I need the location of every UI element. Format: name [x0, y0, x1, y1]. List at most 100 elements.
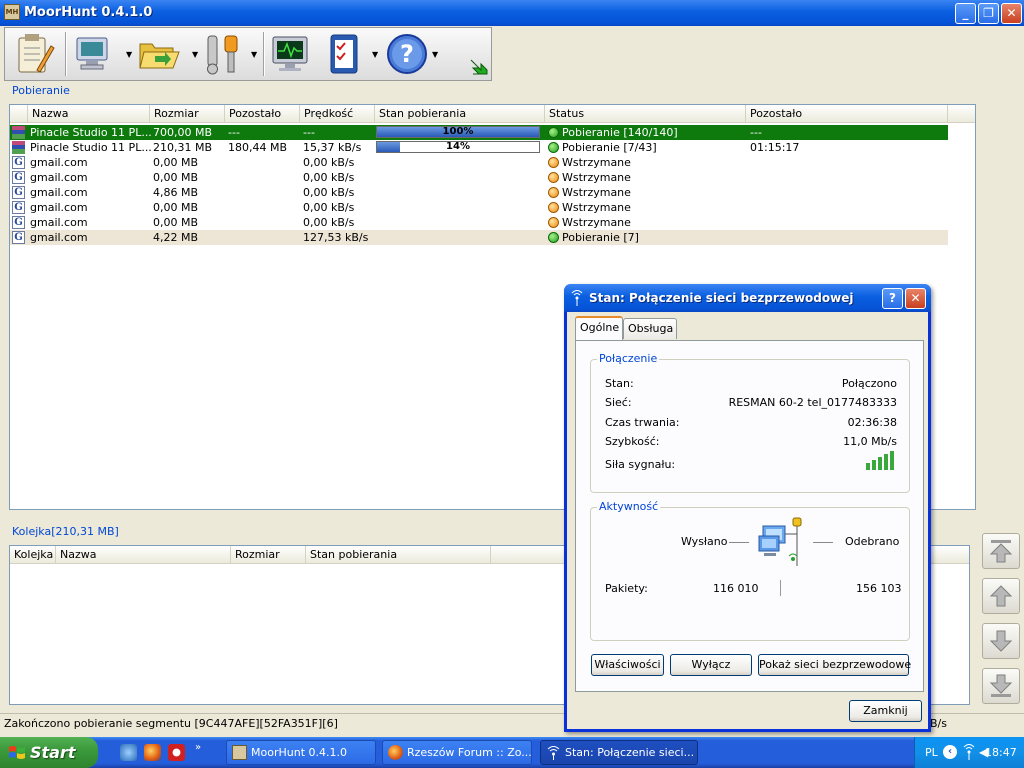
- disable-button[interactable]: Wyłącz: [670, 654, 752, 676]
- status-text: Wstrzymane: [562, 216, 631, 229]
- close-button[interactable]: ✕: [1001, 3, 1022, 24]
- downloads-header: Nazwa Rozmiar Pozostało Prędkość Stan po…: [10, 105, 975, 123]
- cell-speed: ---: [303, 126, 315, 139]
- cell-speed: 0,00 kB/s: [303, 201, 355, 214]
- arrow-up-icon: [989, 585, 1013, 607]
- duration-label: Czas trwania:: [605, 416, 680, 429]
- download-row[interactable]: Pinacle Studio 11 PL... 700,00 MB --- --- --…: [10, 125, 948, 140]
- download-row[interactable]: Ggmail.com 0,00 MB 0,00 kB/s Wstrzymane: [10, 170, 948, 185]
- download-row[interactable]: Ggmail.com 0,00 MB 0,00 kB/s Wstrzymane: [10, 215, 948, 230]
- progress-label: 14%: [446, 141, 470, 152]
- download-row[interactable]: Ggmail.com 0,00 MB 0,00 kB/s Wstrzymane: [10, 200, 948, 215]
- start-button[interactable]: Start: [0, 737, 98, 768]
- help-icon: ?: [387, 34, 427, 74]
- progress-bar: 14%: [376, 141, 540, 153]
- dialog-ok-close-button[interactable]: Zamknij: [849, 700, 922, 722]
- maximize-button[interactable]: ❐: [978, 3, 999, 24]
- col-remaining[interactable]: Pozostało: [225, 105, 300, 123]
- col-queue[interactable]: Kolejka: [10, 546, 56, 564]
- status-cell: Pobieranie [7]: [546, 230, 746, 245]
- gmail-icon: G: [12, 231, 25, 244]
- network-status-dialog: Stan: Połączenie sieci bezprzewodowej ? …: [564, 284, 931, 732]
- cell-time-left: ---: [750, 126, 762, 139]
- gmail-icon: G: [12, 156, 25, 169]
- help-dropdown-icon[interactable]: ▼: [432, 50, 438, 59]
- activity-legend: Aktywność: [597, 500, 661, 513]
- move-top-button[interactable]: [982, 533, 1020, 569]
- quicklaunch-desktop-icon[interactable]: [120, 744, 137, 761]
- main-title-bar: MH MoorHunt 0.4.1.0 _ ❐ ✕: [0, 0, 1024, 26]
- open-folder-button[interactable]: [137, 31, 181, 77]
- task-moorhunt[interactable]: MoorHunt 0.4.1.0: [226, 740, 376, 765]
- task-label: Stan: Połączenie sieci...: [565, 746, 695, 759]
- col-queue-size[interactable]: Rozmiar: [231, 546, 306, 564]
- windows-logo-icon: [9, 746, 25, 759]
- download-row[interactable]: Pinacle Studio 11 PL... 210,31 MB 180,44 M…: [10, 140, 948, 155]
- opera-icon[interactable]: [168, 744, 185, 761]
- checklist-button[interactable]: [323, 31, 367, 77]
- properties-button[interactable]: Właściwości: [591, 654, 664, 676]
- col-speed[interactable]: Prędkość: [300, 105, 375, 123]
- sent-label: Wysłano: [681, 535, 728, 548]
- settings-dropdown-icon[interactable]: ▼: [251, 50, 257, 59]
- checklist-dropdown-icon[interactable]: ▼: [372, 50, 378, 59]
- col-queue-progress[interactable]: Stan pobierania: [306, 546, 491, 564]
- monitor-dropdown-icon[interactable]: ▼: [126, 50, 132, 59]
- progress-label: 100%: [442, 126, 474, 137]
- settings-button[interactable]: [203, 31, 247, 77]
- wireless-tray-icon[interactable]: [961, 743, 977, 761]
- language-indicator[interactable]: PL: [925, 746, 938, 759]
- activity-group: Aktywność Wysłano Odebrano Pakiety: 116 …: [590, 500, 910, 641]
- col-queue-name[interactable]: Nazwa: [56, 546, 231, 564]
- view-wireless-networks-button[interactable]: Pokaż sieci bezprzewodowe: [758, 654, 911, 676]
- dialog-title-bar[interactable]: Stan: Połączenie sieci bezprzewodowej ? …: [564, 284, 931, 312]
- download-row[interactable]: Ggmail.com 4,22 MB 127,53 kB/s Pobieranie […: [10, 230, 948, 245]
- quicklaunch-more-icon[interactable]: »: [195, 742, 201, 753]
- packets-label: Pakiety:: [605, 582, 648, 595]
- col-progress[interactable]: Stan pobierania: [375, 105, 545, 123]
- move-down-button[interactable]: [982, 623, 1020, 659]
- download-row[interactable]: Ggmail.com 0,00 MB 0,00 kB/s Wstrzymane: [10, 155, 948, 170]
- tab-general[interactable]: Ogólne: [575, 316, 623, 340]
- move-up-button[interactable]: [982, 578, 1020, 614]
- new-download-button[interactable]: [13, 31, 57, 77]
- firefox-icon[interactable]: [144, 744, 161, 761]
- cell-name: Pinacle Studio 11 PL...: [30, 141, 152, 154]
- cell-name: gmail.com: [30, 201, 88, 214]
- packets-received: 156 103: [856, 582, 902, 595]
- dialog-close-button[interactable]: ✕: [905, 288, 926, 309]
- task-firefox[interactable]: Rzeszów Forum :: Zo...: [382, 740, 532, 765]
- status-text: Pobieranie [7/43]: [562, 141, 657, 154]
- wireless-icon: [571, 290, 583, 306]
- clock[interactable]: 18:47: [985, 746, 1017, 759]
- cell-size: 4,86 MB: [153, 186, 199, 199]
- col-status[interactable]: Status: [545, 105, 746, 123]
- monitor-button[interactable]: [71, 31, 115, 77]
- col-name[interactable]: Nazwa: [28, 105, 150, 123]
- tray-expand-icon[interactable]: ‹: [943, 745, 957, 759]
- stats-button[interactable]: [269, 31, 313, 77]
- folder-icon: [139, 43, 180, 69]
- archive-icon: [12, 126, 25, 139]
- download-row[interactable]: Ggmail.com 4,86 MB 0,00 kB/s Wstrzymane: [10, 185, 948, 200]
- cell-size: 700,00 MB: [153, 126, 213, 139]
- firefox-icon: [388, 745, 403, 760]
- signal-label: Siła sygnału:: [605, 458, 676, 471]
- folder-dropdown-icon[interactable]: ▼: [192, 50, 198, 59]
- status-speed-fragment: B/s: [930, 717, 947, 730]
- connection-legend: Połączenie: [597, 352, 660, 365]
- status-cell: Pobieranie [7/43]: [546, 140, 746, 155]
- download-arrow-icon[interactable]: [469, 56, 489, 76]
- move-bottom-button[interactable]: [982, 668, 1020, 704]
- received-label: Odebrano: [845, 535, 900, 548]
- dialog-help-button[interactable]: ?: [882, 288, 903, 309]
- arrow-bottom-icon: [989, 674, 1013, 697]
- task-network-status[interactable]: Stan: Połączenie sieci...: [540, 740, 698, 765]
- col-size[interactable]: Rozmiar: [150, 105, 225, 123]
- help-button[interactable]: ?: [385, 31, 429, 77]
- col-time-left[interactable]: Pozostało: [746, 105, 948, 123]
- tab-support[interactable]: Obsługa: [623, 318, 677, 339]
- minimize-button[interactable]: _: [955, 3, 976, 24]
- cell-remaining: ---: [228, 126, 240, 139]
- status-cell: Wstrzymane: [546, 155, 746, 170]
